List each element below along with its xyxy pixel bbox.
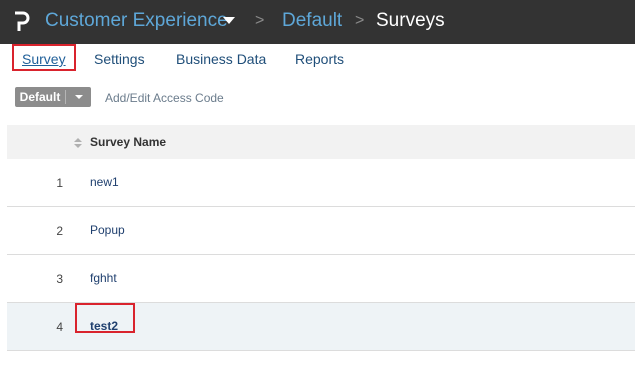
access-code-select-label[interactable]: Default — [15, 87, 65, 107]
caret-down-icon — [75, 95, 83, 99]
row-number: 3 — [56, 272, 63, 286]
p-logo-icon[interactable] — [12, 10, 30, 34]
access-code-select[interactable]: Default — [15, 87, 91, 107]
app-switcher[interactable]: Customer Experience — [45, 9, 228, 33]
breadcrumb-separator: > — [255, 12, 265, 29]
add-edit-access-code-link[interactable]: Add/Edit Access Code — [105, 90, 224, 106]
row-number: 4 — [56, 320, 63, 334]
tab-business-data[interactable]: Business Data — [176, 50, 266, 68]
sort-icon[interactable] — [74, 138, 82, 148]
column-header-survey-name[interactable]: Survey Name — [90, 134, 166, 150]
annotation-highlight-box — [75, 303, 135, 333]
table-row[interactable]: 3 fghht — [7, 255, 635, 303]
top-bar: Customer Experience > Default > Surveys — [0, 0, 635, 44]
row-number: 1 — [56, 176, 63, 190]
tab-survey[interactable]: Survey — [22, 50, 66, 68]
access-code-dropdown-button[interactable] — [66, 87, 91, 107]
table-row[interactable]: 1 new1 — [7, 159, 635, 207]
survey-name-link[interactable]: Popup — [90, 222, 125, 238]
tab-reports[interactable]: Reports — [295, 50, 344, 68]
breadcrumb-default[interactable]: Default — [282, 9, 342, 33]
row-number: 2 — [56, 224, 63, 238]
breadcrumb-separator: > — [355, 12, 365, 29]
survey-name-link[interactable]: fghht — [90, 270, 117, 286]
table-header: Survey Name — [7, 125, 635, 159]
page-title: Surveys — [376, 10, 445, 31]
chevron-down-icon[interactable] — [223, 17, 235, 24]
table-row[interactable]: 2 Popup — [7, 207, 635, 255]
survey-name-link[interactable]: new1 — [90, 174, 119, 190]
tab-settings[interactable]: Settings — [94, 50, 145, 68]
